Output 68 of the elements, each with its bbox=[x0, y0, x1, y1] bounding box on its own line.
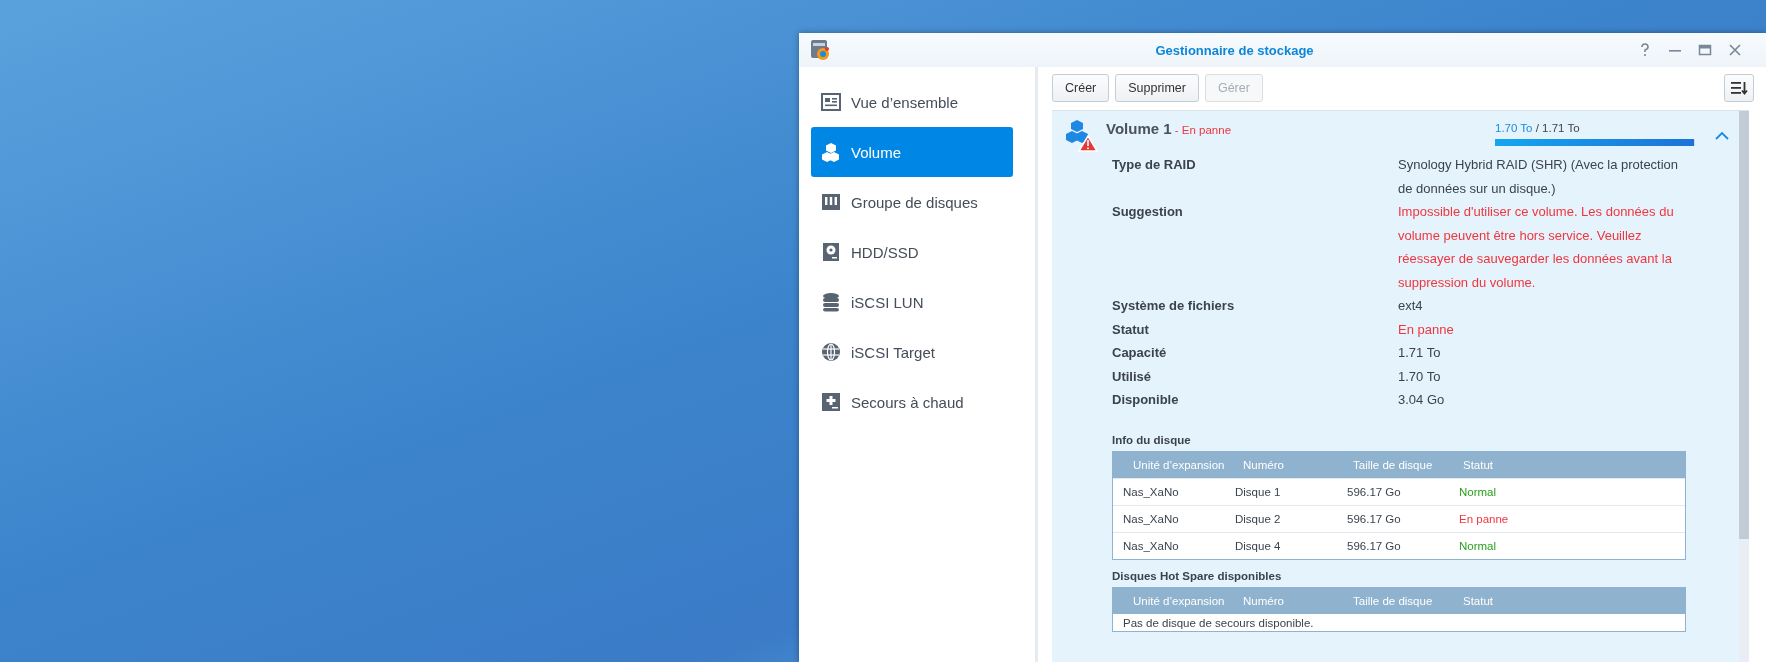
detail-label: Système de fichiers bbox=[1112, 297, 1236, 315]
sidebar-item[interactable]: Volume bbox=[811, 127, 1013, 177]
delete-button[interactable]: Supprimer bbox=[1115, 74, 1199, 102]
table-cell-text: Disque 4 bbox=[1235, 539, 1282, 552]
detail-value: 1.71 To bbox=[1398, 344, 1442, 362]
cubes-icon bbox=[821, 142, 841, 162]
section-title: Info du disque bbox=[1112, 433, 1192, 446]
collapse-chevron-icon[interactable] bbox=[1715, 131, 1729, 141]
detail-value: En panne bbox=[1398, 320, 1455, 339]
table-cell-text: 596.17 Go bbox=[1347, 485, 1402, 498]
table-cell-text: Disque 2 bbox=[1235, 512, 1282, 525]
sort-icon bbox=[1730, 80, 1748, 96]
detail-value: Synology Hybrid RAID (SHR) (Avec la protection de données sur un disque.) bbox=[1398, 156, 1680, 198]
status-cell-text: En panne bbox=[1459, 512, 1510, 525]
section-title: Disques Hot Spare disponibles bbox=[1112, 569, 1283, 582]
table-cell-text: Nas_XaNo bbox=[1123, 512, 1180, 525]
column-header[interactable]: Taille de disque bbox=[1353, 594, 1463, 607]
table-cell-text: Nas_XaNo bbox=[1123, 539, 1180, 552]
detail-value: 1.70 To bbox=[1398, 367, 1442, 386]
maximize-icon[interactable] bbox=[1698, 43, 1712, 57]
total-capacity: / 1.71 To bbox=[1534, 122, 1580, 134]
detail-label: Disponible bbox=[1112, 391, 1180, 409]
column-header[interactable]: Unité d’expansion bbox=[1133, 594, 1243, 607]
detail-value: ext4 bbox=[1398, 297, 1424, 315]
window-title: Gestionnaire de stockage bbox=[1154, 42, 1315, 58]
sidebar-item[interactable]: iSCSI Target bbox=[811, 327, 1013, 377]
sidebar-item[interactable]: HDD/SSD bbox=[811, 227, 1013, 277]
detail-label: Suggestion bbox=[1112, 203, 1184, 221]
scrollbar-thumb[interactable] bbox=[1739, 111, 1749, 539]
table-cell-text: 596.17 Go bbox=[1347, 539, 1402, 552]
detail-label: Utilisé bbox=[1112, 367, 1152, 386]
help-icon[interactable] bbox=[1638, 43, 1652, 57]
disk-group-icon bbox=[821, 192, 841, 212]
table-cell-text: Nas_XaNo bbox=[1123, 485, 1180, 498]
close-icon[interactable] bbox=[1728, 43, 1742, 57]
database-icon bbox=[821, 292, 841, 312]
column-header[interactable]: Numéro bbox=[1243, 594, 1353, 607]
column-header[interactable]: Numéro bbox=[1243, 458, 1353, 471]
scrollbar[interactable] bbox=[1739, 111, 1749, 662]
volume-status: - En panne bbox=[1173, 124, 1232, 136]
globe-icon bbox=[821, 342, 841, 362]
detail-value: Impossible d'utiliser ce volume. Les données du volume peuvent être hors service. Veuillez réessayer de sauvegarder les données avant la suppression du volume. bbox=[1398, 203, 1675, 292]
detail-value: 3.04 Go bbox=[1398, 391, 1446, 409]
detail-label: Capacité bbox=[1112, 344, 1168, 362]
sidebar-item[interactable]: Vue d’ensemble bbox=[811, 77, 1013, 127]
volume-name: Volume 1 bbox=[1106, 120, 1172, 137]
table-cell-text: 596.17 Go bbox=[1347, 512, 1402, 525]
sidebar-item[interactable]: iSCSI LUN bbox=[811, 277, 1013, 327]
status-cell-text: Normal bbox=[1459, 539, 1498, 552]
app-logo-icon bbox=[809, 39, 831, 61]
id-card-icon bbox=[821, 92, 841, 112]
plus-drive-icon bbox=[821, 392, 841, 412]
column-header[interactable]: Unité d’expansion bbox=[1133, 458, 1243, 471]
column-header[interactable]: Taille de disque bbox=[1353, 458, 1463, 471]
hard-drive-icon bbox=[821, 242, 841, 262]
sort-button[interactable] bbox=[1724, 74, 1754, 102]
used-capacity: 1.70 To bbox=[1495, 122, 1533, 134]
status-cell-text: Normal bbox=[1459, 485, 1498, 498]
column-header[interactable]: Statut bbox=[1463, 594, 1685, 607]
sidebar-item[interactable]: Secours à chaud bbox=[811, 377, 1013, 427]
table-cell-text: Disque 1 bbox=[1235, 485, 1282, 498]
sidebar-item[interactable]: Groupe de disques bbox=[811, 177, 1013, 227]
detail-label: Type de RAID bbox=[1112, 156, 1197, 174]
volume-warning-icon bbox=[1064, 119, 1098, 153]
empty-message: Pas de disque de secours disponible. bbox=[1122, 615, 1315, 631]
column-header[interactable]: Statut bbox=[1463, 458, 1685, 471]
create-button[interactable]: Créer bbox=[1052, 74, 1110, 102]
detail-label: Statut bbox=[1112, 320, 1150, 339]
